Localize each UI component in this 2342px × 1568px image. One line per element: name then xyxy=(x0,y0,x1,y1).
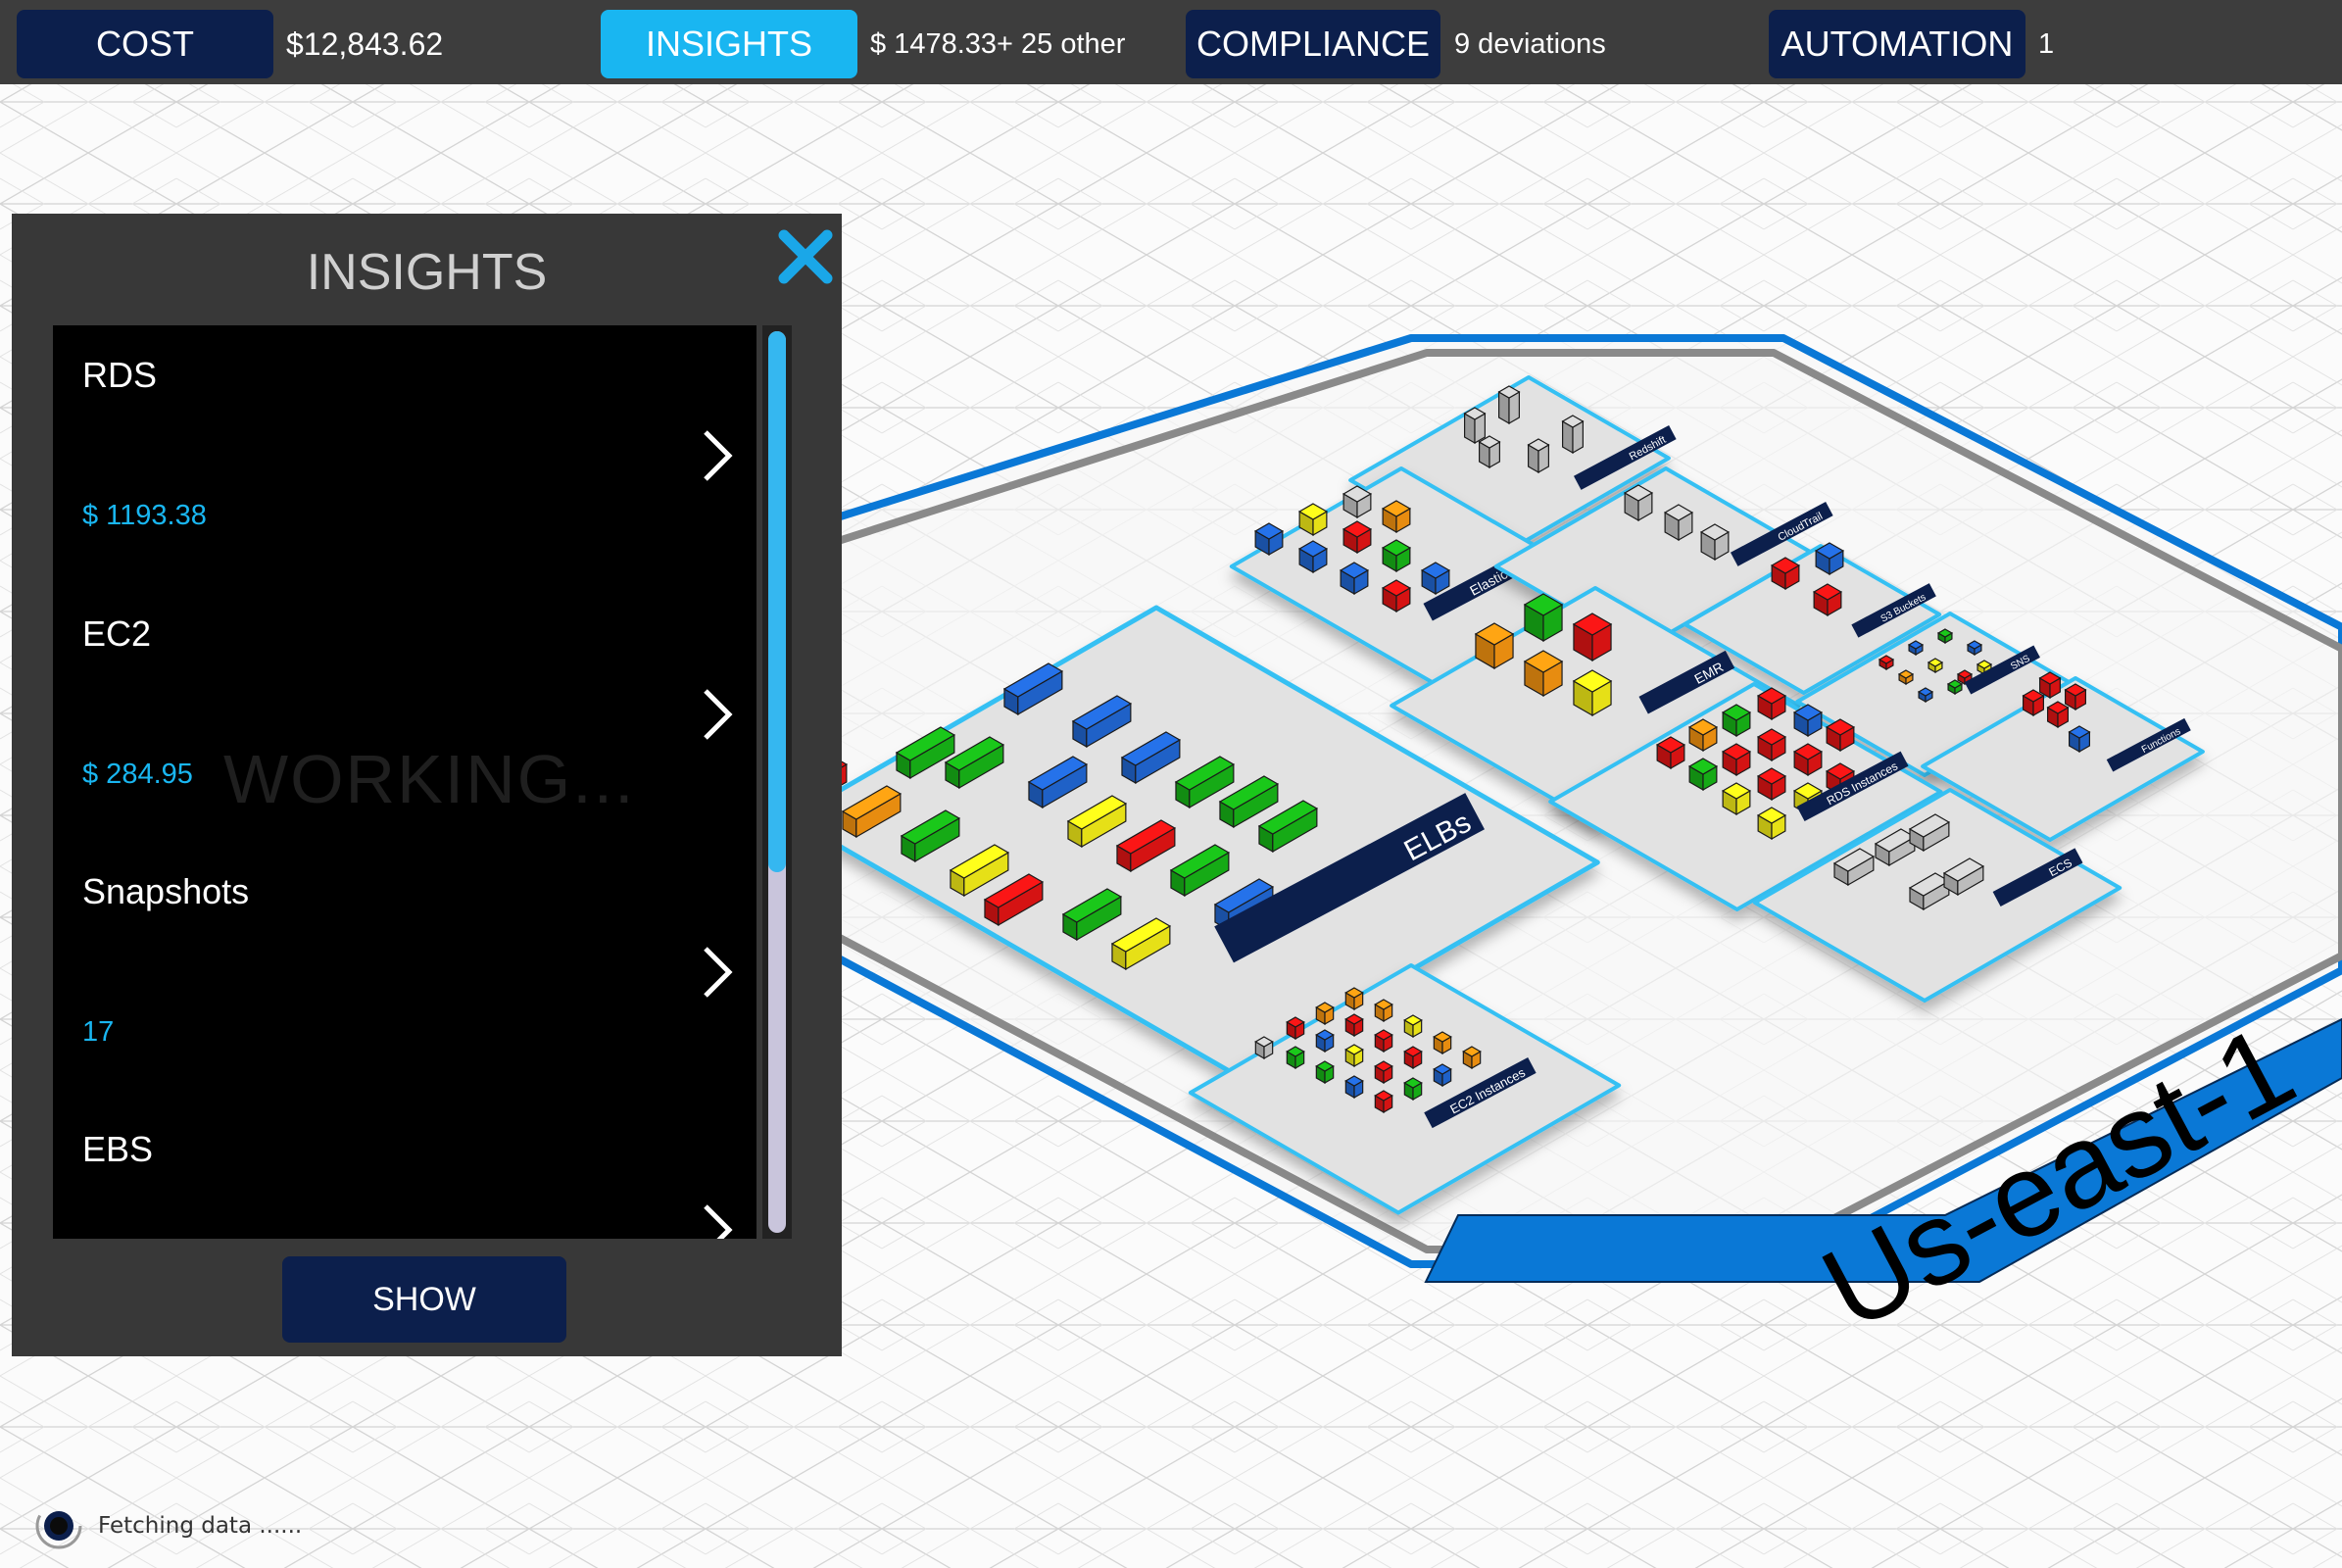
service-block[interactable] xyxy=(1462,1046,1482,1070)
service-block[interactable] xyxy=(1344,1013,1364,1038)
service-block[interactable] xyxy=(1344,1075,1364,1100)
service-block[interactable] xyxy=(1315,1002,1335,1026)
insight-item-value: $ 1193.38 xyxy=(82,500,207,531)
service-block[interactable] xyxy=(1572,612,1613,662)
service-block[interactable] xyxy=(1403,1014,1423,1039)
compliance-value: 9 deviations xyxy=(1454,27,1606,60)
insight-item-ec2[interactable]: EC2 $ 284.95 xyxy=(53,584,756,843)
status-bar: Fetching data ...... xyxy=(33,1501,302,1550)
insight-item-snapshots[interactable]: Snapshots 17 xyxy=(53,842,756,1101)
service-block[interactable] xyxy=(1699,523,1731,562)
service-block[interactable] xyxy=(1561,415,1585,455)
panel-title: INSIGHTS xyxy=(306,244,548,301)
service-block[interactable] xyxy=(1374,999,1393,1023)
insight-item-value: $ 284.95 xyxy=(82,759,193,790)
service-block[interactable] xyxy=(1403,1046,1423,1070)
service-block[interactable] xyxy=(1663,504,1694,542)
scrollbar-thumb[interactable] xyxy=(768,331,786,872)
service-block[interactable] xyxy=(1286,1046,1305,1070)
insight-item-ebs[interactable]: EBS xyxy=(53,1100,756,1239)
service-block[interactable] xyxy=(1315,1060,1335,1085)
service-block[interactable] xyxy=(1433,1063,1452,1088)
cost-button[interactable]: COST xyxy=(17,10,273,78)
compliance-button[interactable]: COMPLIANCE xyxy=(1186,10,1440,78)
cost-label: COST xyxy=(95,24,194,64)
chevron-right-icon[interactable] xyxy=(700,687,735,742)
service-block[interactable] xyxy=(1344,987,1364,1011)
insight-item-rds[interactable]: RDS $ 1193.38 xyxy=(53,325,756,584)
service-block[interactable] xyxy=(1374,1029,1393,1054)
scrollbar-track[interactable] xyxy=(762,325,792,1239)
top-bar: COST $12,843.62 INSIGHTS $ 1478.33+ 25 o… xyxy=(0,0,2342,84)
cost-value: $12,843.62 xyxy=(286,25,444,62)
insights-label: INSIGHTS xyxy=(645,24,812,64)
service-block[interactable] xyxy=(1374,1060,1393,1085)
insight-item-name: RDS xyxy=(82,355,158,395)
service-block[interactable] xyxy=(1374,1090,1393,1114)
insight-item-value: 17 xyxy=(82,1016,115,1048)
service-block[interactable] xyxy=(2046,701,2070,729)
status-text: Fetching data ...... xyxy=(98,1513,303,1539)
service-block[interactable] xyxy=(1463,407,1487,445)
spinner-icon xyxy=(35,1502,82,1549)
compliance-label: COMPLIANCE xyxy=(1195,24,1431,64)
service-block[interactable] xyxy=(1344,1044,1364,1068)
automation-label: AUTOMATION xyxy=(1781,24,2014,64)
insights-list[interactable]: RDS $ 1193.38 EC2 $ 284.95 Snapshots 17 … xyxy=(53,325,756,1239)
service-block[interactable] xyxy=(1497,385,1521,425)
insights-panel: INSIGHTS RDS $ 1193.38 EC2 $ 284.95 Snap… xyxy=(12,214,842,1356)
service-block[interactable] xyxy=(1433,1031,1452,1055)
close-icon[interactable] xyxy=(776,227,854,306)
service-block[interactable] xyxy=(2038,671,2062,700)
insights-button[interactable]: INSIGHTS xyxy=(601,10,857,78)
service-block[interactable] xyxy=(2068,725,2091,754)
service-block[interactable] xyxy=(1527,438,1550,474)
service-block[interactable] xyxy=(1254,1036,1274,1060)
insight-item-name: EC2 xyxy=(82,613,152,654)
chevron-right-icon[interactable] xyxy=(700,1202,735,1239)
service-block[interactable] xyxy=(2064,683,2087,711)
chevron-right-icon[interactable] xyxy=(700,945,735,1000)
service-block[interactable] xyxy=(2022,689,2045,717)
service-block[interactable] xyxy=(1403,1077,1423,1102)
service-block[interactable] xyxy=(1523,593,1564,643)
service-block[interactable] xyxy=(1286,1016,1305,1041)
automation-value: 1 xyxy=(2038,27,2055,60)
insights-value: $ 1478.33+ 25 other xyxy=(870,27,1126,60)
service-block[interactable] xyxy=(1623,484,1654,522)
show-label: SHOW xyxy=(372,1280,476,1318)
show-button[interactable]: SHOW xyxy=(282,1256,566,1343)
service-block[interactable] xyxy=(1315,1029,1335,1054)
insight-item-name: Snapshots xyxy=(82,871,250,911)
service-block[interactable] xyxy=(1478,435,1501,469)
chevron-right-icon[interactable] xyxy=(700,428,735,483)
insight-item-name: EBS xyxy=(82,1129,154,1169)
automation-button[interactable]: AUTOMATION xyxy=(1769,10,2025,78)
